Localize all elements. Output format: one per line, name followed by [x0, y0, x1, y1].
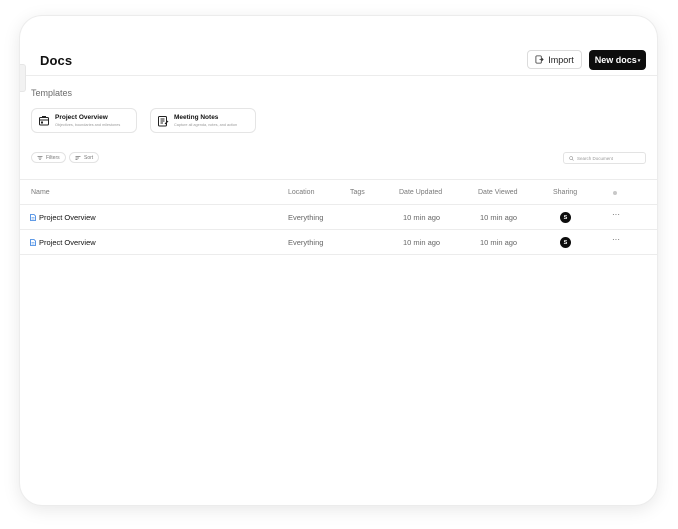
project-overview-icon: [39, 115, 49, 125]
row-divider: [20, 254, 657, 255]
search-input[interactable]: Search Document: [563, 152, 646, 164]
column-header-tags[interactable]: Tags: [350, 189, 365, 196]
sort-icon: [75, 155, 81, 160]
column-header-date-viewed[interactable]: Date Viewed: [478, 189, 518, 196]
header-divider: [20, 75, 657, 76]
column-header-date-updated[interactable]: Date Updated: [399, 189, 442, 196]
new-docs-button[interactable]: New docs ▾: [589, 50, 646, 70]
table-row[interactable]: Project Overview Everything 10 min ago 1…: [20, 205, 657, 229]
docs-window: Docs Import New docs ▾ Templates Project…: [20, 16, 657, 505]
import-icon: [535, 55, 544, 64]
avatar[interactable]: S: [560, 212, 571, 223]
table-top-divider: [20, 179, 657, 180]
date-updated-cell: 10 min ago: [403, 238, 441, 247]
new-docs-label: New docs: [594, 55, 637, 65]
search-placeholder: Search Document: [577, 155, 614, 161]
sort-button[interactable]: Sort: [69, 152, 100, 163]
more-options-icon[interactable]: ···: [612, 235, 620, 244]
table-row[interactable]: Project Overview Everything 10 min ago 1…: [20, 230, 657, 254]
more-options-icon[interactable]: ···: [612, 210, 620, 219]
filters-label: Filters: [46, 154, 60, 161]
doc-name: Project Overview: [39, 213, 96, 222]
date-viewed-cell: 10 min ago: [480, 213, 518, 222]
doc-name: Project Overview: [39, 238, 96, 247]
column-header-name[interactable]: Name: [31, 189, 50, 196]
doc-name-cell[interactable]: Project Overview: [30, 213, 96, 222]
document-icon: [30, 239, 36, 246]
date-viewed-cell: 10 min ago: [480, 238, 518, 247]
filter-icon: [37, 155, 43, 160]
sort-label: Sort: [84, 154, 94, 161]
filters-button[interactable]: Filters: [31, 152, 66, 163]
avatar[interactable]: S: [560, 237, 571, 248]
page-title: Docs: [40, 53, 73, 68]
import-label: Import: [548, 54, 574, 65]
meeting-notes-icon: [158, 115, 169, 126]
templates-heading: Templates: [31, 88, 73, 98]
search-icon: [569, 155, 574, 161]
template-card-project-overview[interactable]: Project Overview Objectives, boundaries …: [31, 108, 137, 133]
column-header-sharing[interactable]: Sharing: [553, 189, 577, 196]
sidebar-toggle-handle[interactable]: [20, 64, 26, 92]
template-description: Objectives, boundaries and milestones: [55, 122, 121, 127]
document-icon: [30, 214, 36, 221]
add-column-icon[interactable]: [613, 191, 617, 195]
doc-name-cell[interactable]: Project Overview: [30, 238, 96, 247]
import-button[interactable]: Import: [527, 50, 582, 69]
template-card-meeting-notes[interactable]: Meeting Notes Capture all agenda, notes,…: [150, 108, 256, 133]
column-header-location[interactable]: Location: [288, 189, 314, 196]
template-name: Project Overview: [55, 113, 108, 121]
template-name: Meeting Notes: [174, 113, 219, 121]
chevron-down-icon: ▾: [637, 57, 641, 64]
location-cell: Everything: [288, 238, 324, 247]
date-updated-cell: 10 min ago: [403, 213, 441, 222]
location-cell: Everything: [288, 213, 324, 222]
template-description: Capture all agenda, notes, and action: [174, 122, 238, 127]
